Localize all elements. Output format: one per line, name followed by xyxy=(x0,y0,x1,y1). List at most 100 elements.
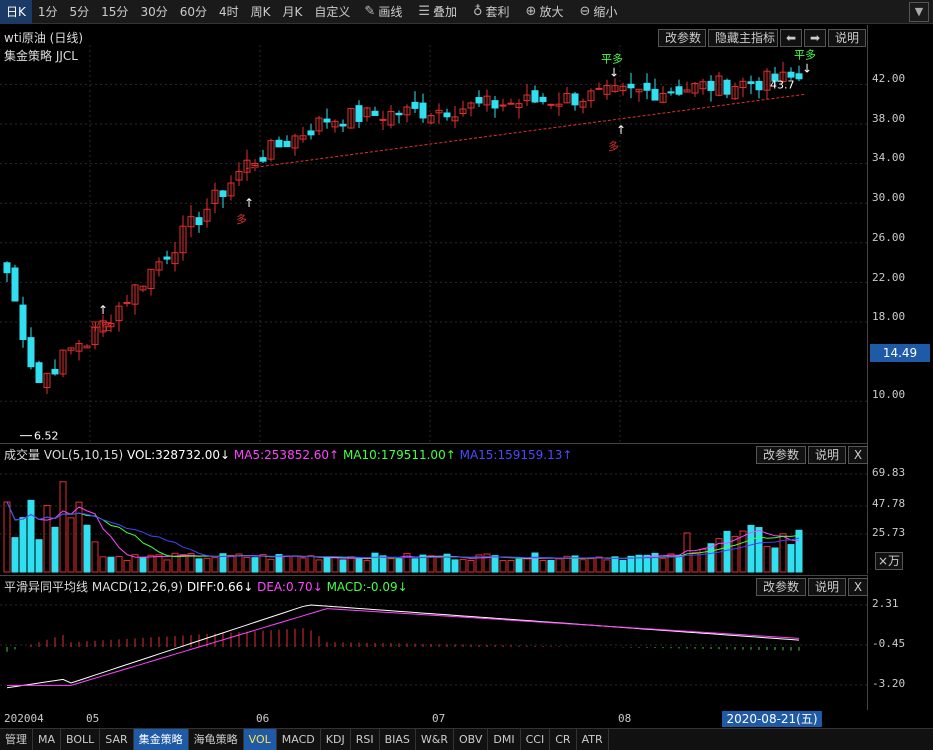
period-30min[interactable]: 30分 xyxy=(134,0,173,24)
indicator-tabs: 管理 MA BOLL SAR 集金策略 海龟策略 VOL MACD KDJ RS… xyxy=(0,728,933,750)
zoom-in-button[interactable]: ⊕ 放大 xyxy=(518,0,572,24)
volume-bar xyxy=(43,505,51,573)
volume-params: VOL(5,10,15) xyxy=(43,448,124,462)
candle-body xyxy=(491,100,499,109)
tab-manage[interactable]: 管理 xyxy=(0,729,33,750)
candle-body xyxy=(747,81,755,84)
volume-bar xyxy=(147,554,155,573)
tab-jjcl[interactable]: 集金策略 xyxy=(133,729,189,750)
period-custom[interactable]: 自定义 xyxy=(308,0,356,24)
tab-dmi[interactable]: DMI xyxy=(488,729,521,750)
volume-bar xyxy=(491,555,499,573)
selected-date-tag: 2020-08-21(五) xyxy=(722,711,822,727)
volume-bar xyxy=(707,543,715,573)
zoom-out-button[interactable]: ⊖ 缩小 xyxy=(571,0,625,24)
volume-bar xyxy=(299,557,307,573)
candle-body xyxy=(547,103,555,106)
candle-body xyxy=(339,123,347,127)
macd-params-button[interactable]: 改参数 xyxy=(756,578,806,596)
draw-line-button[interactable]: ✎ 画线 xyxy=(356,0,410,24)
period-day-k[interactable]: 日K xyxy=(0,0,32,24)
volume-bar xyxy=(371,552,379,573)
period-5min[interactable]: 5分 xyxy=(64,0,96,24)
tab-wr[interactable]: W&R xyxy=(416,729,454,750)
volume-bar xyxy=(731,535,739,573)
tab-vol[interactable]: VOL xyxy=(243,729,277,750)
candle-body xyxy=(755,80,763,91)
chevron-down-icon: ▼ xyxy=(914,5,924,18)
volume-bar xyxy=(139,556,147,573)
zoom-out-label: 缩小 xyxy=(593,4,618,19)
volume-bar xyxy=(155,554,163,573)
collapse-button[interactable]: ▼ xyxy=(909,2,929,22)
volume-bar xyxy=(771,547,779,573)
volume-bar xyxy=(35,539,43,573)
volume-bar xyxy=(459,559,467,573)
arbitrage-label: 套利 xyxy=(485,4,510,19)
candle-body xyxy=(307,130,315,136)
period-1min[interactable]: 1分 xyxy=(32,0,64,24)
volume-bar xyxy=(99,556,107,573)
candle-body xyxy=(19,304,27,341)
tab-sar[interactable]: SAR xyxy=(100,729,134,750)
volume-bar xyxy=(619,559,627,573)
volume-bar xyxy=(435,557,443,573)
candlestick-chart[interactable]: 6.5243.7↑平空↑多↓平多↑多↓平多 xyxy=(0,25,868,443)
candle-body xyxy=(11,267,19,302)
candle-body xyxy=(507,102,515,105)
candle-body xyxy=(627,83,635,89)
volume-bar xyxy=(579,559,587,573)
date-tick: 05 xyxy=(86,712,100,725)
period-month-k[interactable]: 月K xyxy=(277,0,309,24)
volume-help-button[interactable]: 说明 xyxy=(808,446,846,464)
tab-cr[interactable]: CR xyxy=(550,729,577,750)
volume-bar xyxy=(603,559,611,573)
tab-atr[interactable]: ATR xyxy=(577,729,609,750)
tab-boll[interactable]: BOLL xyxy=(61,729,101,750)
volume-chart[interactable] xyxy=(0,464,868,574)
volume-bar xyxy=(515,558,523,573)
signal-label: 多 xyxy=(608,139,619,153)
tab-kdj[interactable]: KDJ xyxy=(321,729,351,750)
volume-unit-button[interactable]: ×万 xyxy=(875,552,903,570)
overlay-button[interactable]: ☰ 叠加 xyxy=(410,0,465,24)
candle-body xyxy=(571,93,579,106)
volume-bar xyxy=(723,530,731,573)
period-15min[interactable]: 15分 xyxy=(95,0,134,24)
period-4h[interactable]: 4时 xyxy=(213,0,245,24)
candle-body xyxy=(787,71,795,78)
pencil-icon: ✎ xyxy=(364,3,376,19)
tab-ma[interactable]: MA xyxy=(33,729,62,750)
tab-rsi[interactable]: RSI xyxy=(351,729,380,750)
volume-close-button[interactable]: X xyxy=(848,446,868,464)
tab-obv[interactable]: OBV xyxy=(454,729,489,750)
volume-bar xyxy=(51,526,59,573)
candle-body xyxy=(499,104,507,107)
volume-bar xyxy=(763,545,771,573)
volume-bar xyxy=(251,557,259,573)
tab-cci[interactable]: CCI xyxy=(521,729,551,750)
volume-bar xyxy=(779,533,787,573)
signal-arrow: ↑ xyxy=(616,123,626,137)
y-tick: 30.00 xyxy=(872,191,906,204)
volume-bar xyxy=(507,559,515,573)
candle-body xyxy=(723,79,731,95)
tab-macd[interactable]: MACD xyxy=(277,729,321,750)
y-tick: 18.00 xyxy=(872,310,906,323)
tab-turtle[interactable]: 海龟策略 xyxy=(189,729,244,750)
period-week-k[interactable]: 周K xyxy=(245,0,277,24)
macd-chart[interactable] xyxy=(0,595,868,710)
candle-body xyxy=(3,262,11,274)
macd-close-button[interactable]: X xyxy=(848,578,868,596)
tab-bias[interactable]: BIAS xyxy=(380,729,416,750)
period-60min[interactable]: 60分 xyxy=(174,0,213,24)
arbitrage-button[interactable]: ♁ 套利 xyxy=(465,0,518,24)
macd-help-button[interactable]: 说明 xyxy=(808,578,846,596)
volume-bar xyxy=(795,529,803,573)
date-tick: 08 xyxy=(618,712,632,725)
volume-ma15: MA15:159159.13↑ xyxy=(459,448,573,462)
volume-params-button[interactable]: 改参数 xyxy=(756,446,806,464)
candle-body xyxy=(323,118,331,123)
volume-bar xyxy=(659,557,667,573)
volume-bar xyxy=(323,556,331,573)
